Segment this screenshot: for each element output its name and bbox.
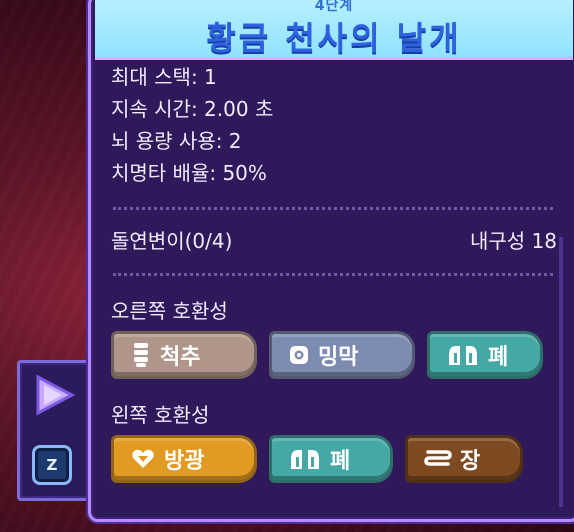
key-hint-label: Z (46, 456, 58, 474)
tag-membrane[interactable]: 밍막 (269, 331, 415, 379)
stat-crit-multiplier: 치명타 배율: 50% (111, 161, 267, 185)
play-arrow-icon (36, 374, 76, 416)
bladder-icon (130, 448, 156, 470)
stat-list: 최대 스택: 1 지속 시간: 2.00 초 뇌 용량 사용: 2 치명타 배율… (111, 61, 273, 189)
item-title: 황금 천사의 날개 (206, 19, 462, 57)
tag-lung[interactable]: 폐 (427, 331, 543, 379)
spine-icon (130, 342, 152, 368)
tag-label: 방광 (164, 449, 205, 474)
left-compat-tags: 방광 폐 장 (111, 435, 523, 483)
z-key-hint[interactable]: Z (32, 445, 72, 485)
right-compat-label: 오른쪽 호환성 (111, 299, 228, 323)
side-toolbar: Z (17, 360, 93, 501)
tooltip-header: 4단계 황금 천사의 날개 (95, 0, 573, 60)
next-arrow-button[interactable] (30, 371, 78, 419)
divider-bottom (113, 273, 553, 276)
stat-duration: 지속 시간: 2.00 초 (111, 97, 274, 121)
stat-max-stack: 최대 스택: 1 (111, 65, 217, 89)
tag-label: 장 (460, 449, 481, 474)
divider-top (113, 207, 553, 210)
lung-icon (446, 343, 480, 367)
gut-icon (424, 448, 452, 470)
tag-lung[interactable]: 폐 (269, 435, 393, 483)
tag-label: 밍막 (318, 345, 359, 370)
lung-icon (288, 447, 322, 471)
tag-label: 폐 (330, 449, 351, 474)
membrane-icon (288, 344, 310, 366)
left-compat-label: 왼쪽 호환성 (111, 403, 210, 427)
tag-label: 폐 (488, 345, 509, 370)
tag-gut[interactable]: 장 (405, 435, 523, 483)
tag-bladder[interactable]: 방광 (111, 435, 257, 483)
item-tooltip-panel: 4단계 황금 천사의 날개 최대 스택: 1 지속 시간: 2.00 초 뇌 용… (88, 0, 574, 522)
tag-spine[interactable]: 척추 (111, 331, 257, 379)
stat-brain-usage: 뇌 용량 사용: 2 (111, 129, 242, 153)
tag-label: 척추 (160, 345, 201, 370)
scrollbar[interactable] (559, 237, 563, 507)
right-compat-tags: 척추 밍막 폐 (111, 331, 543, 379)
mutation-count: 돌연변이(0/4) (111, 229, 233, 253)
durability-value: 내구성 18 (469, 229, 557, 253)
